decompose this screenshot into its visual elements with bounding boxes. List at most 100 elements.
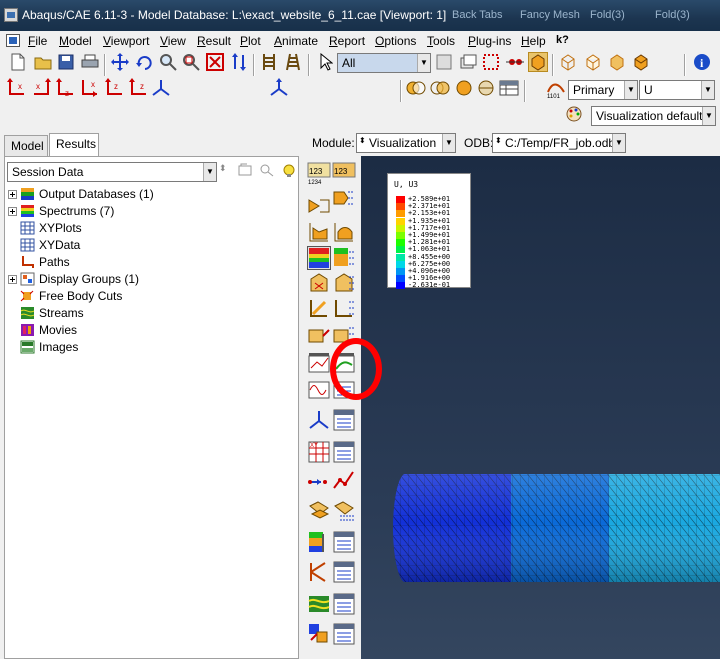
- expand-icon[interactable]: [8, 207, 17, 216]
- xy-data-manager-icon[interactable]: [332, 440, 356, 464]
- module-combo[interactable]: ⬍ Visualization ▼: [356, 133, 456, 153]
- field-output-icon[interactable]: 1101: [546, 78, 566, 98]
- view-left-icon[interactable]: z: [104, 78, 126, 98]
- transform-manager-icon[interactable]: [332, 622, 356, 646]
- menu-tools[interactable]: Tools: [427, 34, 455, 48]
- print-icon[interactable]: [80, 52, 100, 72]
- view-back-icon[interactable]: x: [30, 78, 52, 98]
- magnify-icon[interactable]: [158, 52, 178, 72]
- filled-cube-icon[interactable]: [607, 52, 627, 72]
- overlay-plot-icon[interactable]: [406, 78, 426, 98]
- create-xy-data-icon[interactable]: XY: [307, 440, 331, 464]
- visualization-defaults-combo[interactable]: Visualization defaults ▼: [591, 106, 716, 126]
- material-orientations-icon[interactable]: [307, 296, 331, 320]
- view-top-icon[interactable]: z: [55, 78, 77, 98]
- menu-file[interactable]: File: [28, 34, 47, 48]
- menu-plot[interactable]: Plot: [240, 34, 261, 48]
- query-icon[interactable]: [307, 560, 331, 584]
- box-zoom-icon[interactable]: [181, 52, 201, 72]
- chevron-down-icon[interactable]: ▼: [702, 107, 715, 125]
- plot-deformed-icon[interactable]: [332, 220, 356, 244]
- orientation-options-icon[interactable]: [332, 296, 356, 320]
- odb-combo[interactable]: ⬍ C:/Temp/FR_job.odb ▼: [492, 133, 626, 153]
- plot-undeformed-icon[interactable]: [307, 220, 331, 244]
- contour-options-icon[interactable]: [332, 246, 356, 270]
- create-path-icon[interactable]: [307, 468, 331, 492]
- viewport-canvas[interactable]: U, U3 +2.589e+01 +2.371e+01 +2.153e+01 +1.9…: [361, 156, 720, 659]
- view-iso-icon[interactable]: [150, 78, 172, 98]
- pan-icon[interactable]: [110, 52, 130, 72]
- tree-search-icon[interactable]: [259, 163, 277, 179]
- free-body-cut-manager-icon[interactable]: [332, 498, 356, 522]
- menu-animate[interactable]: Animate: [274, 34, 318, 48]
- menu-view[interactable]: View: [160, 34, 186, 48]
- menu-help[interactable]: Help: [521, 34, 546, 48]
- spin-arrows-icon[interactable]: ⬍: [495, 136, 502, 145]
- viewport-system-menu-icon[interactable]: [6, 34, 20, 47]
- menu-model[interactable]: Model: [59, 34, 92, 48]
- view-front-icon[interactable]: x: [6, 78, 28, 98]
- tab-results[interactable]: Results: [49, 133, 99, 156]
- ladder-icon[interactable]: [259, 52, 279, 72]
- render-model-icon[interactable]: [528, 52, 548, 72]
- expand-icon[interactable]: [8, 190, 17, 199]
- box-select-icon[interactable]: [481, 52, 501, 72]
- menu-viewport[interactable]: Viewport: [103, 34, 149, 48]
- hidden-line-cube-icon[interactable]: [583, 52, 603, 72]
- tab-model[interactable]: Model: [4, 135, 48, 156]
- step-frame-alt-icon[interactable]: 123: [332, 162, 356, 186]
- expand-icon[interactable]: [8, 275, 17, 284]
- lightbulb-icon[interactable]: [281, 163, 299, 179]
- new-file-icon[interactable]: [8, 52, 28, 72]
- view-right-icon[interactable]: z: [128, 78, 150, 98]
- display-group-manager-icon[interactable]: [332, 408, 356, 432]
- sphere-icon[interactable]: [454, 78, 474, 98]
- plot-contours-icon[interactable]: [307, 246, 331, 270]
- save-icon[interactable]: [56, 52, 76, 72]
- chevron-down-icon[interactable]: ▼: [612, 134, 625, 152]
- query-manager-icon[interactable]: [332, 560, 356, 584]
- menu-result[interactable]: Result: [197, 34, 231, 48]
- tree-filter-icon[interactable]: [237, 163, 255, 179]
- menu-plug-ins[interactable]: Plug-ins: [468, 34, 511, 48]
- plot-symbols-icon[interactable]: [307, 271, 331, 295]
- chevron-down-icon[interactable]: ▼: [701, 81, 714, 99]
- selection-filter-combo[interactable]: All ▼: [337, 53, 431, 73]
- chevron-down-icon[interactable]: ▼: [442, 134, 455, 152]
- color-palette-icon[interactable]: [564, 104, 584, 124]
- info-icon[interactable]: i: [692, 52, 712, 72]
- xy-plot-icon[interactable]: [332, 468, 356, 492]
- select-from-viewport-icon[interactable]: [458, 52, 478, 72]
- view-bottom-icon[interactable]: x: [79, 78, 101, 98]
- transform-icon[interactable]: [307, 622, 331, 646]
- whats-this-icon[interactable]: k?: [556, 34, 569, 46]
- step-frame-icon[interactable]: 123 1234: [307, 162, 331, 186]
- auto-fit-icon[interactable]: [205, 52, 225, 72]
- shaded-cube-icon[interactable]: [631, 52, 651, 72]
- create-display-group-icon[interactable]: [307, 408, 331, 432]
- view-cut-manager-icon[interactable]: [332, 530, 356, 554]
- stream-manager-icon[interactable]: [332, 592, 356, 616]
- output-variable-combo[interactable]: U ▼: [639, 80, 715, 100]
- spin-arrows-icon[interactable]: ⬍: [219, 163, 237, 179]
- create-free-body-cut-icon[interactable]: [307, 498, 331, 522]
- chevron-down-icon[interactable]: ▼: [624, 81, 637, 99]
- output-primary-combo[interactable]: Primary ▼: [568, 80, 638, 100]
- view-cut-icon[interactable]: [307, 530, 331, 554]
- open-folder-icon[interactable]: [33, 52, 53, 72]
- probe-icon[interactable]: [505, 52, 525, 72]
- chevron-down-icon[interactable]: ▼: [203, 163, 216, 181]
- symbol-options-icon[interactable]: [332, 271, 356, 295]
- allow-multiple-plots-icon[interactable]: [307, 322, 331, 346]
- csys-icon[interactable]: [268, 78, 290, 98]
- select-arrow-icon[interactable]: [316, 52, 336, 72]
- venn-overlay-icon[interactable]: [430, 78, 450, 98]
- menu-report[interactable]: Report: [329, 34, 365, 48]
- shaded-sphere-icon[interactable]: [476, 78, 496, 98]
- undeformed-shape-icon[interactable]: [307, 194, 331, 218]
- menu-options[interactable]: Options: [375, 34, 416, 48]
- animate-time-history-icon[interactable]: [307, 352, 331, 376]
- cycle-views-icon[interactable]: [229, 52, 249, 72]
- table-options-icon[interactable]: [499, 78, 519, 98]
- spin-arrows-icon[interactable]: ⬍: [359, 136, 366, 145]
